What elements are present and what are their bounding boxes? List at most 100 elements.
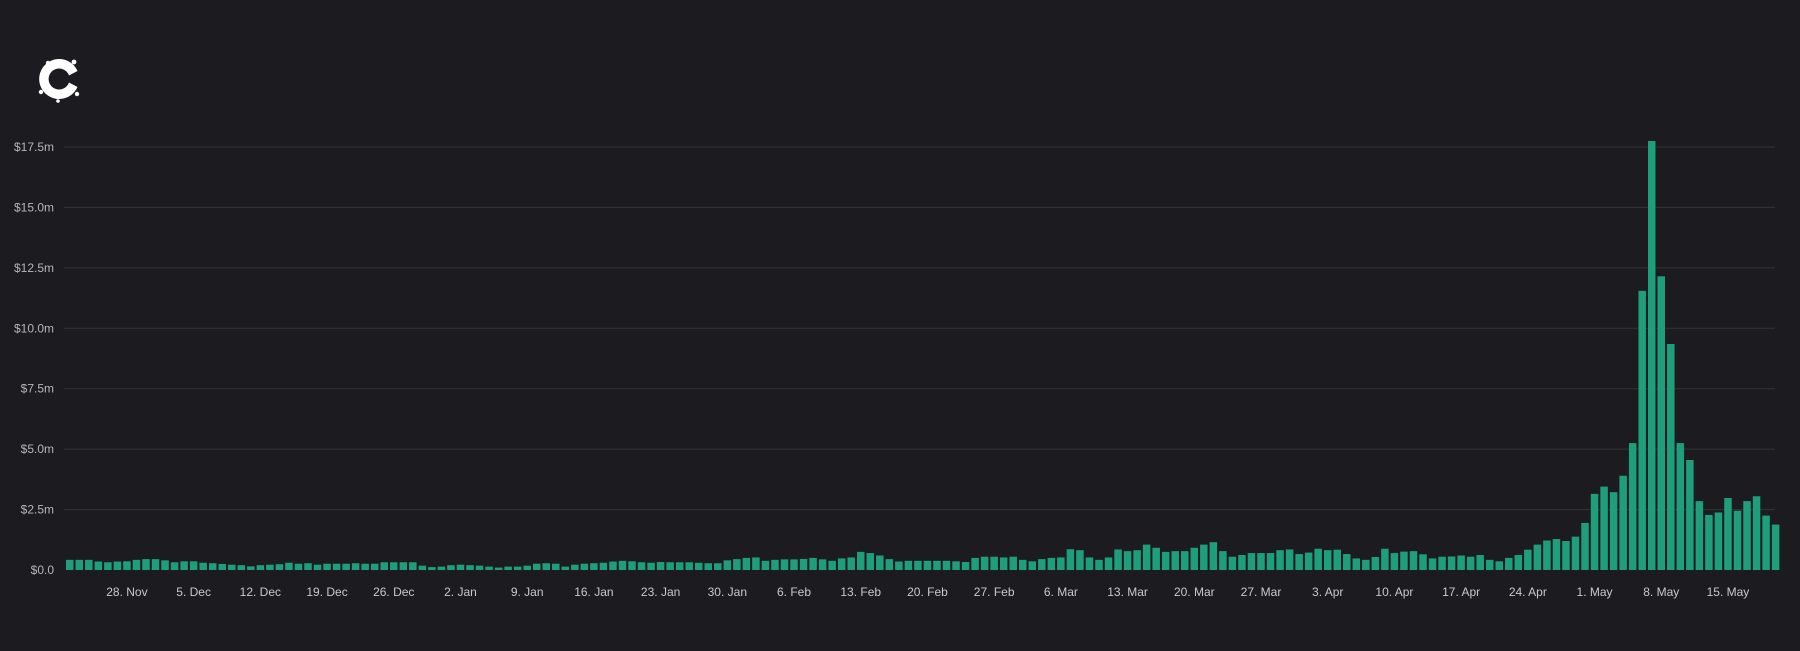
bar[interactable]	[1114, 549, 1122, 570]
bar[interactable]	[1057, 557, 1065, 570]
bar[interactable]	[1733, 510, 1742, 570]
bar[interactable]	[1705, 514, 1713, 570]
bar[interactable]	[685, 562, 693, 570]
bar[interactable]	[666, 562, 674, 570]
bar[interactable]	[228, 564, 236, 570]
bar[interactable]	[609, 561, 617, 570]
bar[interactable]	[999, 557, 1008, 570]
bar[interactable]	[733, 559, 741, 570]
bar[interactable]	[914, 560, 922, 570]
bar[interactable]	[361, 563, 369, 570]
bar[interactable]	[1638, 290, 1646, 570]
bar[interactable]	[75, 559, 84, 570]
bar[interactable]	[923, 560, 932, 570]
bar[interactable]	[247, 566, 255, 570]
bar[interactable]	[1200, 544, 1208, 570]
bar[interactable]	[675, 562, 684, 570]
bar[interactable]	[1466, 556, 1475, 570]
bar[interactable]	[571, 564, 579, 570]
bar[interactable]	[1276, 550, 1284, 570]
bar[interactable]	[790, 559, 798, 570]
bar[interactable]	[799, 558, 808, 570]
bar[interactable]	[1066, 549, 1075, 570]
bar[interactable]	[151, 559, 160, 570]
bar[interactable]	[866, 553, 875, 570]
bar[interactable]	[285, 562, 293, 570]
bar[interactable]	[1686, 460, 1694, 570]
bar[interactable]	[399, 562, 408, 570]
bar[interactable]	[618, 560, 627, 570]
bar[interactable]	[1438, 556, 1446, 570]
bar[interactable]	[208, 563, 217, 570]
bar[interactable]	[275, 564, 284, 570]
bar[interactable]	[342, 563, 350, 570]
bar[interactable]	[856, 551, 865, 570]
bar[interactable]	[761, 560, 770, 570]
bar[interactable]	[809, 557, 817, 570]
bar[interactable]	[590, 563, 598, 570]
bar[interactable]	[1390, 553, 1399, 570]
bar[interactable]	[437, 566, 446, 570]
bar[interactable]	[1714, 512, 1723, 570]
bar[interactable]	[1104, 557, 1113, 570]
bar[interactable]	[1695, 501, 1704, 570]
bar[interactable]	[656, 562, 665, 570]
bar[interactable]	[447, 565, 455, 570]
bar[interactable]	[180, 561, 188, 570]
bar[interactable]	[837, 558, 846, 570]
bar[interactable]	[1400, 551, 1408, 570]
bar[interactable]	[1247, 553, 1256, 570]
bar[interactable]	[1743, 501, 1751, 570]
bar[interactable]	[723, 560, 732, 570]
bar[interactable]	[1266, 553, 1275, 570]
bar[interactable]	[1171, 551, 1179, 570]
bar[interactable]	[1352, 558, 1361, 570]
bar[interactable]	[599, 562, 608, 570]
bar[interactable]	[237, 565, 246, 570]
bar[interactable]	[1590, 493, 1599, 570]
bar[interactable]	[1667, 344, 1675, 570]
bar[interactable]	[1752, 496, 1761, 570]
bar[interactable]	[332, 563, 341, 570]
bar[interactable]	[1505, 557, 1513, 570]
bar[interactable]	[1295, 554, 1303, 570]
bar[interactable]	[1219, 551, 1227, 570]
bar[interactable]	[132, 559, 141, 570]
bar[interactable]	[647, 562, 655, 570]
bar[interactable]	[952, 561, 960, 570]
bar[interactable]	[933, 560, 941, 570]
bar[interactable]	[1028, 561, 1037, 570]
bar[interactable]	[218, 563, 226, 570]
bar[interactable]	[1647, 140, 1656, 570]
bar[interactable]	[1581, 522, 1589, 570]
bar[interactable]	[1095, 559, 1103, 570]
bar[interactable]	[1724, 497, 1732, 570]
bar[interactable]	[1628, 443, 1637, 570]
bar[interactable]	[876, 555, 884, 571]
bar[interactable]	[1304, 552, 1313, 570]
bar[interactable]	[942, 560, 951, 570]
bar[interactable]	[513, 566, 522, 570]
bar[interactable]	[409, 562, 417, 570]
bar[interactable]	[885, 559, 894, 570]
bar[interactable]	[1238, 555, 1246, 570]
bar[interactable]	[828, 560, 836, 570]
bar[interactable]	[1019, 559, 1027, 570]
bar[interactable]	[561, 566, 570, 570]
bar[interactable]	[294, 563, 303, 570]
bar[interactable]	[704, 563, 713, 570]
bar[interactable]	[818, 559, 827, 570]
bar[interactable]	[580, 563, 589, 570]
bar[interactable]	[1457, 555, 1465, 571]
bar[interactable]	[1190, 547, 1199, 570]
bar[interactable]	[1009, 556, 1017, 570]
bar[interactable]	[256, 565, 265, 570]
bar[interactable]	[1447, 556, 1456, 570]
bar[interactable]	[714, 563, 722, 570]
bar[interactable]	[1657, 276, 1666, 570]
bar[interactable]	[170, 562, 179, 570]
bar[interactable]	[390, 562, 398, 570]
bar[interactable]	[780, 559, 789, 570]
bar[interactable]	[532, 563, 541, 570]
bar[interactable]	[1771, 524, 1780, 570]
